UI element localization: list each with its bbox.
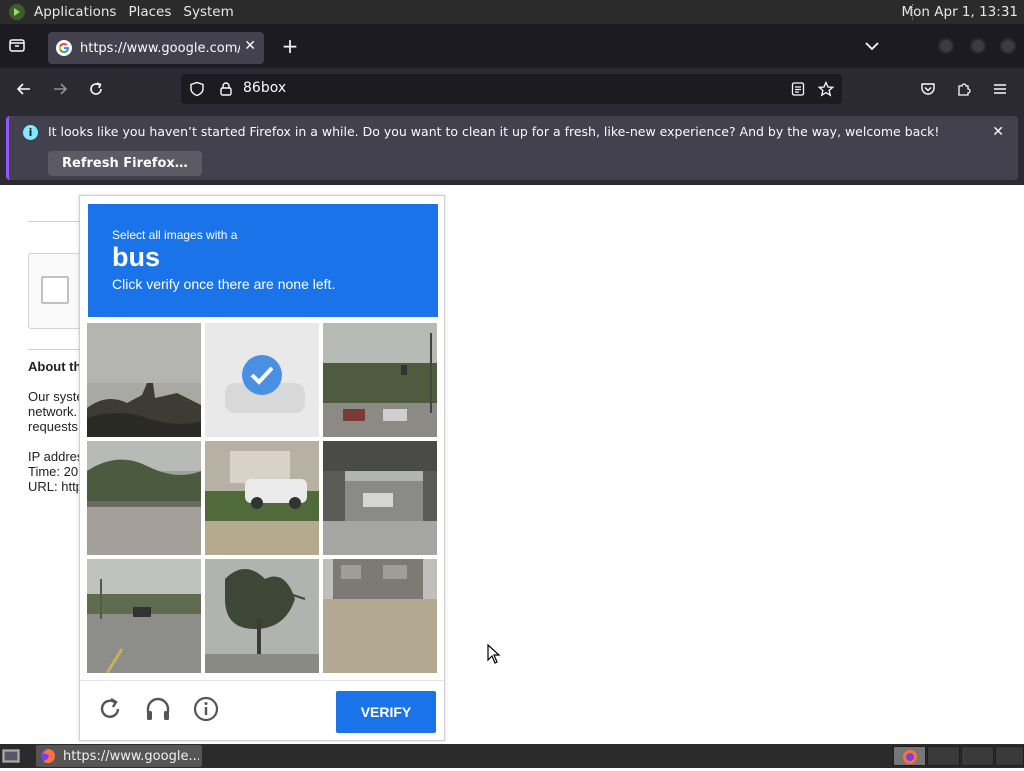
about-heading: About th	[28, 359, 82, 374]
captcha-tile[interactable]	[323, 559, 437, 673]
navigation-bar: 86box	[0, 68, 1024, 110]
captcha-tile[interactable]	[87, 559, 201, 673]
captcha-tile[interactable]	[205, 441, 319, 555]
notification-area: i It looks like you haven’t started Fire…	[0, 110, 1024, 185]
captcha-subtext: Click verify once there are none left.	[112, 276, 336, 292]
menu-system[interactable]: System	[183, 4, 233, 20]
reload-icon[interactable]	[87, 80, 105, 98]
google-favicon-icon	[56, 40, 72, 56]
captcha-tile[interactable]	[323, 323, 437, 437]
forward-arrow-icon[interactable]	[51, 80, 69, 98]
info-paragraph-line: requests	[28, 419, 78, 434]
new-tab-button[interactable]: +	[280, 36, 300, 56]
taskbar-window-label: https://www.google...	[63, 748, 199, 764]
menu-places[interactable]: Places	[128, 4, 171, 20]
url-text: 86box	[243, 80, 287, 96]
firefox-view-icon[interactable]	[8, 36, 30, 58]
bookmark-star-icon[interactable]	[817, 80, 835, 97]
help-info-icon[interactable]	[193, 696, 219, 722]
info-paragraph-line: network.	[28, 404, 78, 419]
show-desktop-icon[interactable]	[2, 748, 20, 764]
extensions-puzzle-icon[interactable]	[955, 80, 973, 98]
minimize-window-button[interactable]	[938, 38, 954, 54]
top-panel: Applications Places System Mon Apr 1, 13…	[0, 0, 1024, 24]
notification-message: It looks like you haven’t started Firefo…	[48, 124, 940, 139]
taskbar: https://www.google...	[0, 744, 1024, 768]
refresh-firefox-notification: i It looks like you haven’t started Fire…	[6, 116, 1018, 180]
firefox-icon	[40, 748, 56, 764]
captcha-tile[interactable]	[323, 441, 437, 555]
taskbar-window-firefox[interactable]: https://www.google...	[36, 745, 202, 767]
hamburger-menu-icon[interactable]	[991, 80, 1009, 98]
verify-button[interactable]: VERIFY	[336, 691, 436, 733]
audio-challenge-headphones-icon[interactable]	[145, 696, 171, 722]
close-window-button[interactable]	[1000, 38, 1016, 54]
menu-applications[interactable]: Applications	[34, 4, 116, 20]
captcha-tile-selected[interactable]	[205, 323, 319, 437]
shield-icon[interactable]	[189, 81, 205, 97]
back-arrow-icon[interactable]	[15, 80, 33, 98]
ip-address-line: IP addres	[28, 449, 84, 464]
captcha-tile[interactable]	[87, 323, 201, 437]
clock[interactable]: Mon Apr 1, 13:31	[902, 4, 1018, 20]
tab-title: https://www.google.com/sorry/index	[80, 40, 240, 56]
lock-icon[interactable]	[218, 81, 234, 97]
reader-view-icon[interactable]	[790, 81, 806, 97]
captcha-challenge: Select all images with a bus Click verif…	[79, 195, 445, 741]
captcha-tile[interactable]	[205, 559, 319, 673]
workspace-4[interactable]	[995, 746, 1024, 766]
workspace-3[interactable]	[961, 746, 994, 766]
captcha-target: bus	[112, 242, 161, 272]
url-line: URL: http	[28, 479, 83, 494]
tab-close-icon[interactable]: ✕	[244, 38, 256, 54]
gnome-logo-icon[interactable]	[6, 1, 28, 23]
refresh-firefox-button[interactable]: Refresh Firefox…	[48, 151, 202, 176]
recaptcha-checkbox[interactable]	[41, 276, 69, 304]
browser-tab[interactable]: https://www.google.com/sorry/index ✕	[48, 32, 264, 64]
captcha-header: Select all images with a bus Click verif…	[88, 204, 438, 317]
reload-challenge-icon[interactable]	[97, 696, 123, 722]
info-icon: i	[23, 125, 38, 140]
tab-list-chevron-down-icon[interactable]	[864, 38, 880, 58]
mouse-cursor-icon	[487, 643, 501, 668]
url-bar[interactable]: 86box	[181, 74, 842, 104]
captcha-tile[interactable]	[87, 441, 201, 555]
workspace-1[interactable]	[893, 746, 926, 766]
maximize-window-button[interactable]	[970, 38, 986, 54]
workspace-2[interactable]	[927, 746, 960, 766]
time-line: Time: 20	[28, 464, 79, 479]
captcha-instruction: Select all images with a	[112, 228, 238, 242]
notification-close-icon[interactable]: ✕	[992, 124, 1004, 140]
info-paragraph-line: Our syste	[28, 389, 84, 404]
page-content: About th Our syste network. requests IP …	[0, 185, 1024, 744]
pocket-icon[interactable]	[919, 80, 937, 98]
captcha-footer: VERIFY	[80, 680, 444, 740]
